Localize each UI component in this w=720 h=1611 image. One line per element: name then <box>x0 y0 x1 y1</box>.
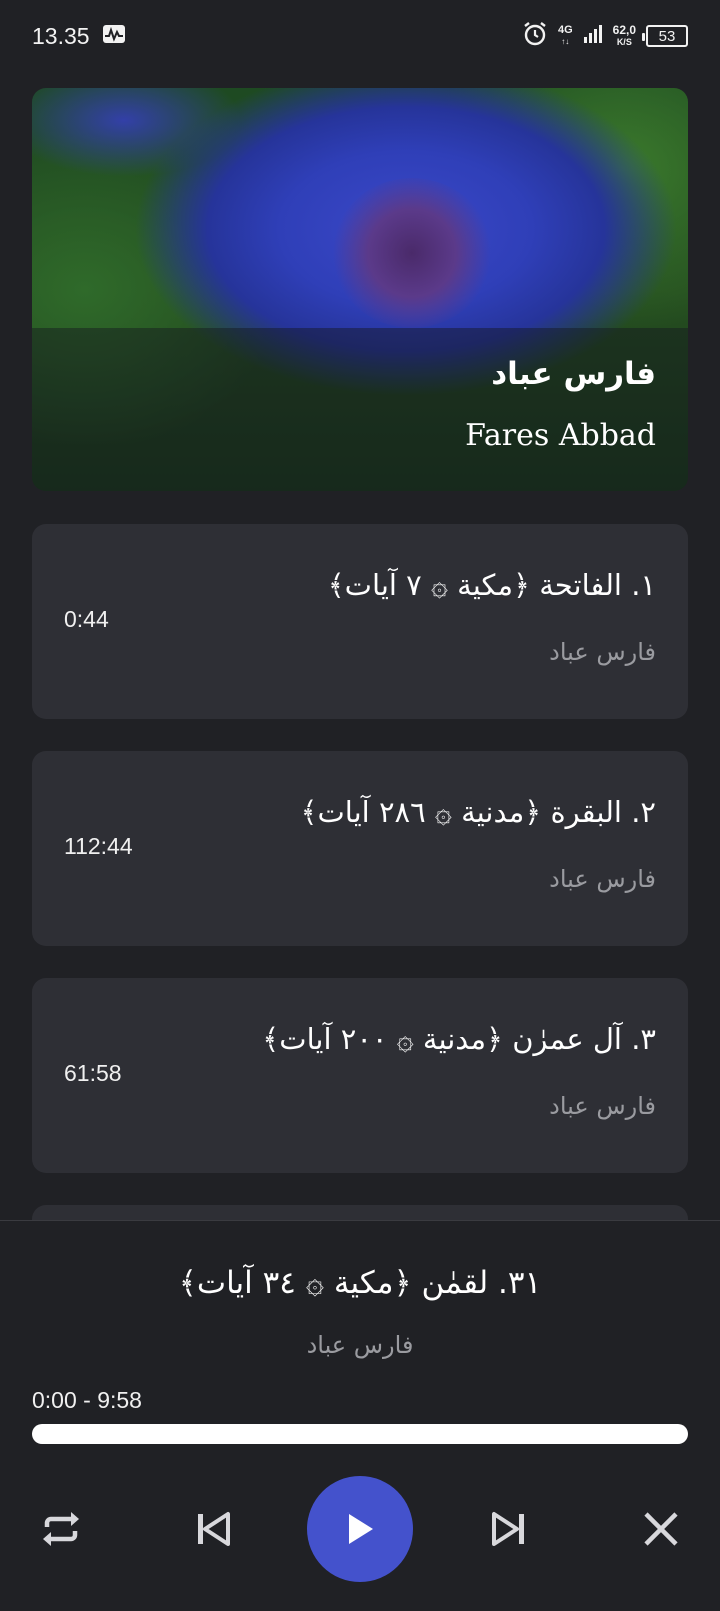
network-speed: 62,0 K/S <box>612 22 636 47</box>
battery-indicator: 53 <box>642 25 688 47</box>
track-title: ١. الفاتحة ﴿مكية ۞ ٧ آيات﴾ <box>327 568 656 602</box>
skip-previous-icon <box>195 1511 231 1547</box>
previous-button[interactable] <box>186 1502 240 1556</box>
track-artist: فارس عباد <box>549 638 656 666</box>
skip-next-icon <box>491 1511 527 1547</box>
track-duration: 61:58 <box>64 1060 122 1086</box>
close-icon <box>643 1511 679 1547</box>
alarm-icon <box>522 21 548 51</box>
close-button[interactable] <box>634 1502 688 1556</box>
status-bar: 13.35 4G ↑↓ 62,0 K/S 53 <box>0 0 720 72</box>
activity-icon <box>102 24 126 48</box>
header-overlay <box>32 328 688 491</box>
playback-time: 0:00 - 9:58 <box>32 1387 142 1413</box>
status-time: 13.35 <box>32 22 90 49</box>
now-playing-title: ٣١. لقمٰن ﴿مكية ۞ ٣٤ آيات﴾ <box>178 1265 542 1301</box>
track-artist: فارس عباد <box>549 865 656 893</box>
player-panel: ٣١. لقمٰن ﴿مكية ۞ ٣٤ آيات﴾ فارس عباد 0:0… <box>0 1220 720 1611</box>
track-title: ٢. البقرة ﴿مدنية ۞ ٢٨٦ آيات﴾ <box>300 795 656 829</box>
track-title: ٣. آل عمرٰن ﴿مدنية ۞ ٢٠٠ آيات﴾ <box>262 1022 656 1056</box>
reciter-name-arabic: فارس عباد <box>491 356 656 392</box>
track-duration: 0:44 <box>64 606 109 632</box>
play-icon <box>345 1512 375 1546</box>
play-button[interactable] <box>307 1476 413 1582</box>
next-button[interactable] <box>482 1502 536 1556</box>
track-duration: 112:44 <box>64 833 133 859</box>
header-image <box>332 178 492 328</box>
signal-icon <box>583 24 603 48</box>
now-playing-artist: فارس عباد <box>306 1331 414 1359</box>
repeat-button[interactable] <box>34 1502 88 1556</box>
reciter-header-card: فارس عباد Fares Abbad <box>32 88 688 491</box>
network-type: 4G ↑↓ <box>557 24 573 47</box>
track-item[interactable]: ١. الفاتحة ﴿مكية ۞ ٧ آيات﴾ فارس عباد 0:4… <box>32 524 688 719</box>
reciter-name-english: Fares Abbad <box>465 418 656 453</box>
track-item[interactable]: ٣. آل عمرٰن ﴿مدنية ۞ ٢٠٠ آيات﴾ فارس عباد… <box>32 978 688 1173</box>
player-controls <box>0 1474 720 1584</box>
track-artist: فارس عباد <box>549 1092 656 1120</box>
track-item[interactable]: ٢. البقرة ﴿مدنية ۞ ٢٨٦ آيات﴾ فارس عباد 1… <box>32 751 688 946</box>
repeat-icon <box>39 1507 83 1551</box>
seek-bar[interactable] <box>32 1424 688 1444</box>
